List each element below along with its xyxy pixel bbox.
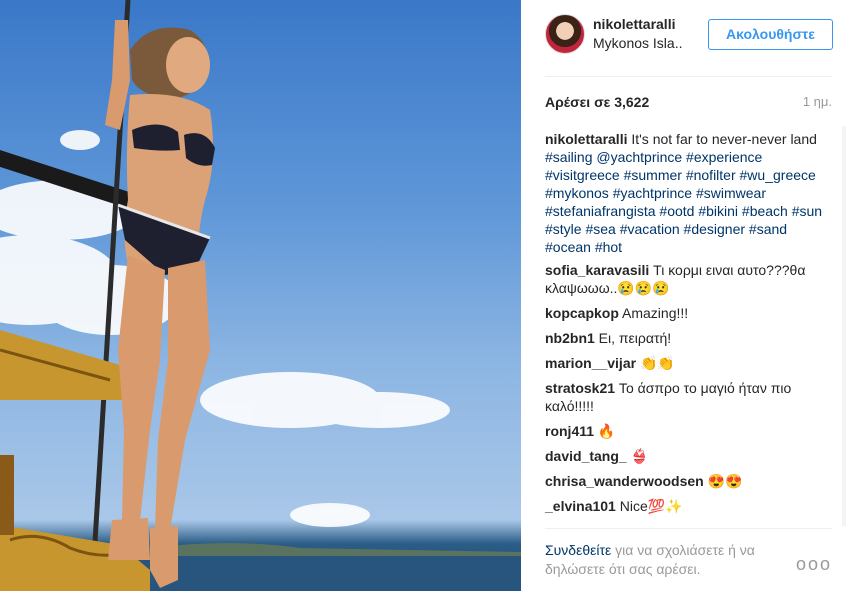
comment-text: 🔥 <box>594 423 616 439</box>
avatar[interactable] <box>545 14 585 54</box>
comment-item: ronj411 🔥 <box>545 422 827 440</box>
comments-list: nikolettaralli It's not far to never-nev… <box>545 130 827 522</box>
comment-item: david_tang_ 👙 <box>545 447 827 465</box>
comment-text: 👙 <box>626 448 649 464</box>
caption-username[interactable]: nikolettaralli <box>545 131 627 147</box>
comments-scrollbar[interactable] <box>842 126 846 526</box>
post-location[interactable]: Mykonos Isla.. <box>593 35 682 51</box>
caption: nikolettaralli It's not far to never-nev… <box>545 130 827 256</box>
comment-username[interactable]: _elvina101 <box>545 498 616 514</box>
comment-text: Ει, πειρατή! <box>594 330 672 346</box>
comment-item: marion__vijar 👏👏 <box>545 354 827 372</box>
comment-item: _elvina101 Nice💯✨ <box>545 497 827 515</box>
comment-item: stratosk21 Το άσπρο το μαγιό ήταν πιο κα… <box>545 379 827 415</box>
caption-hashtags[interactable]: #sailing @yachtprince #experience #visit… <box>545 149 822 255</box>
likes-count[interactable]: Αρέσει σε 3,622 <box>545 94 649 110</box>
comment-item: kopcapkop Amazing!!! <box>545 304 827 322</box>
comment-text: 👏👏 <box>636 355 675 371</box>
login-prompt: Συνδεθείτε για να σχολιάσετε ή να δηλώσε… <box>545 541 777 579</box>
comment-username[interactable]: marion__vijar <box>545 355 636 371</box>
footer-divider <box>545 528 832 529</box>
caption-text: It's not far to never-never land <box>627 131 817 147</box>
post-username[interactable]: nikolettaralli <box>593 16 675 32</box>
comment-username[interactable]: chrisa_wanderwoodsen <box>545 473 704 489</box>
comment-item: chrisa_wanderwoodsen 😍😍 <box>545 472 827 490</box>
comment-username[interactable]: sofia_karavasili <box>545 262 649 278</box>
comment-username[interactable]: stratosk21 <box>545 380 615 396</box>
post-photo[interactable] <box>0 0 521 591</box>
login-link[interactable]: Συνδεθείτε <box>545 542 611 558</box>
header-divider <box>545 76 832 77</box>
comment-text: Amazing!!! <box>618 305 689 321</box>
photo-illustration <box>0 0 521 591</box>
follow-button[interactable]: Ακολουθήστε <box>708 19 833 50</box>
comment-username[interactable]: david_tang_ <box>545 448 627 464</box>
comment-username[interactable]: nb2bn1 <box>545 330 595 346</box>
post-sidebar: nikolettaralli Mykonos Isla.. Ακολουθήστ… <box>521 0 846 591</box>
comment-text: 😍😍 <box>703 473 743 489</box>
post-header: nikolettaralli Mykonos Isla.. Ακολουθήστ… <box>545 14 833 54</box>
comment-item: sofia_karavasili Τι κορμι ειναι αυτο???θ… <box>545 261 827 297</box>
comment-text: Nice💯✨ <box>615 498 683 514</box>
more-options-icon[interactable]: ooo <box>796 554 832 575</box>
comment-username[interactable]: ronj411 <box>545 423 594 439</box>
comment-item: nb2bn1 Ει, πειρατή! <box>545 329 827 347</box>
post-time[interactable]: 1 ημ. <box>803 94 832 109</box>
comment-username[interactable]: kopcapkop <box>545 305 619 321</box>
